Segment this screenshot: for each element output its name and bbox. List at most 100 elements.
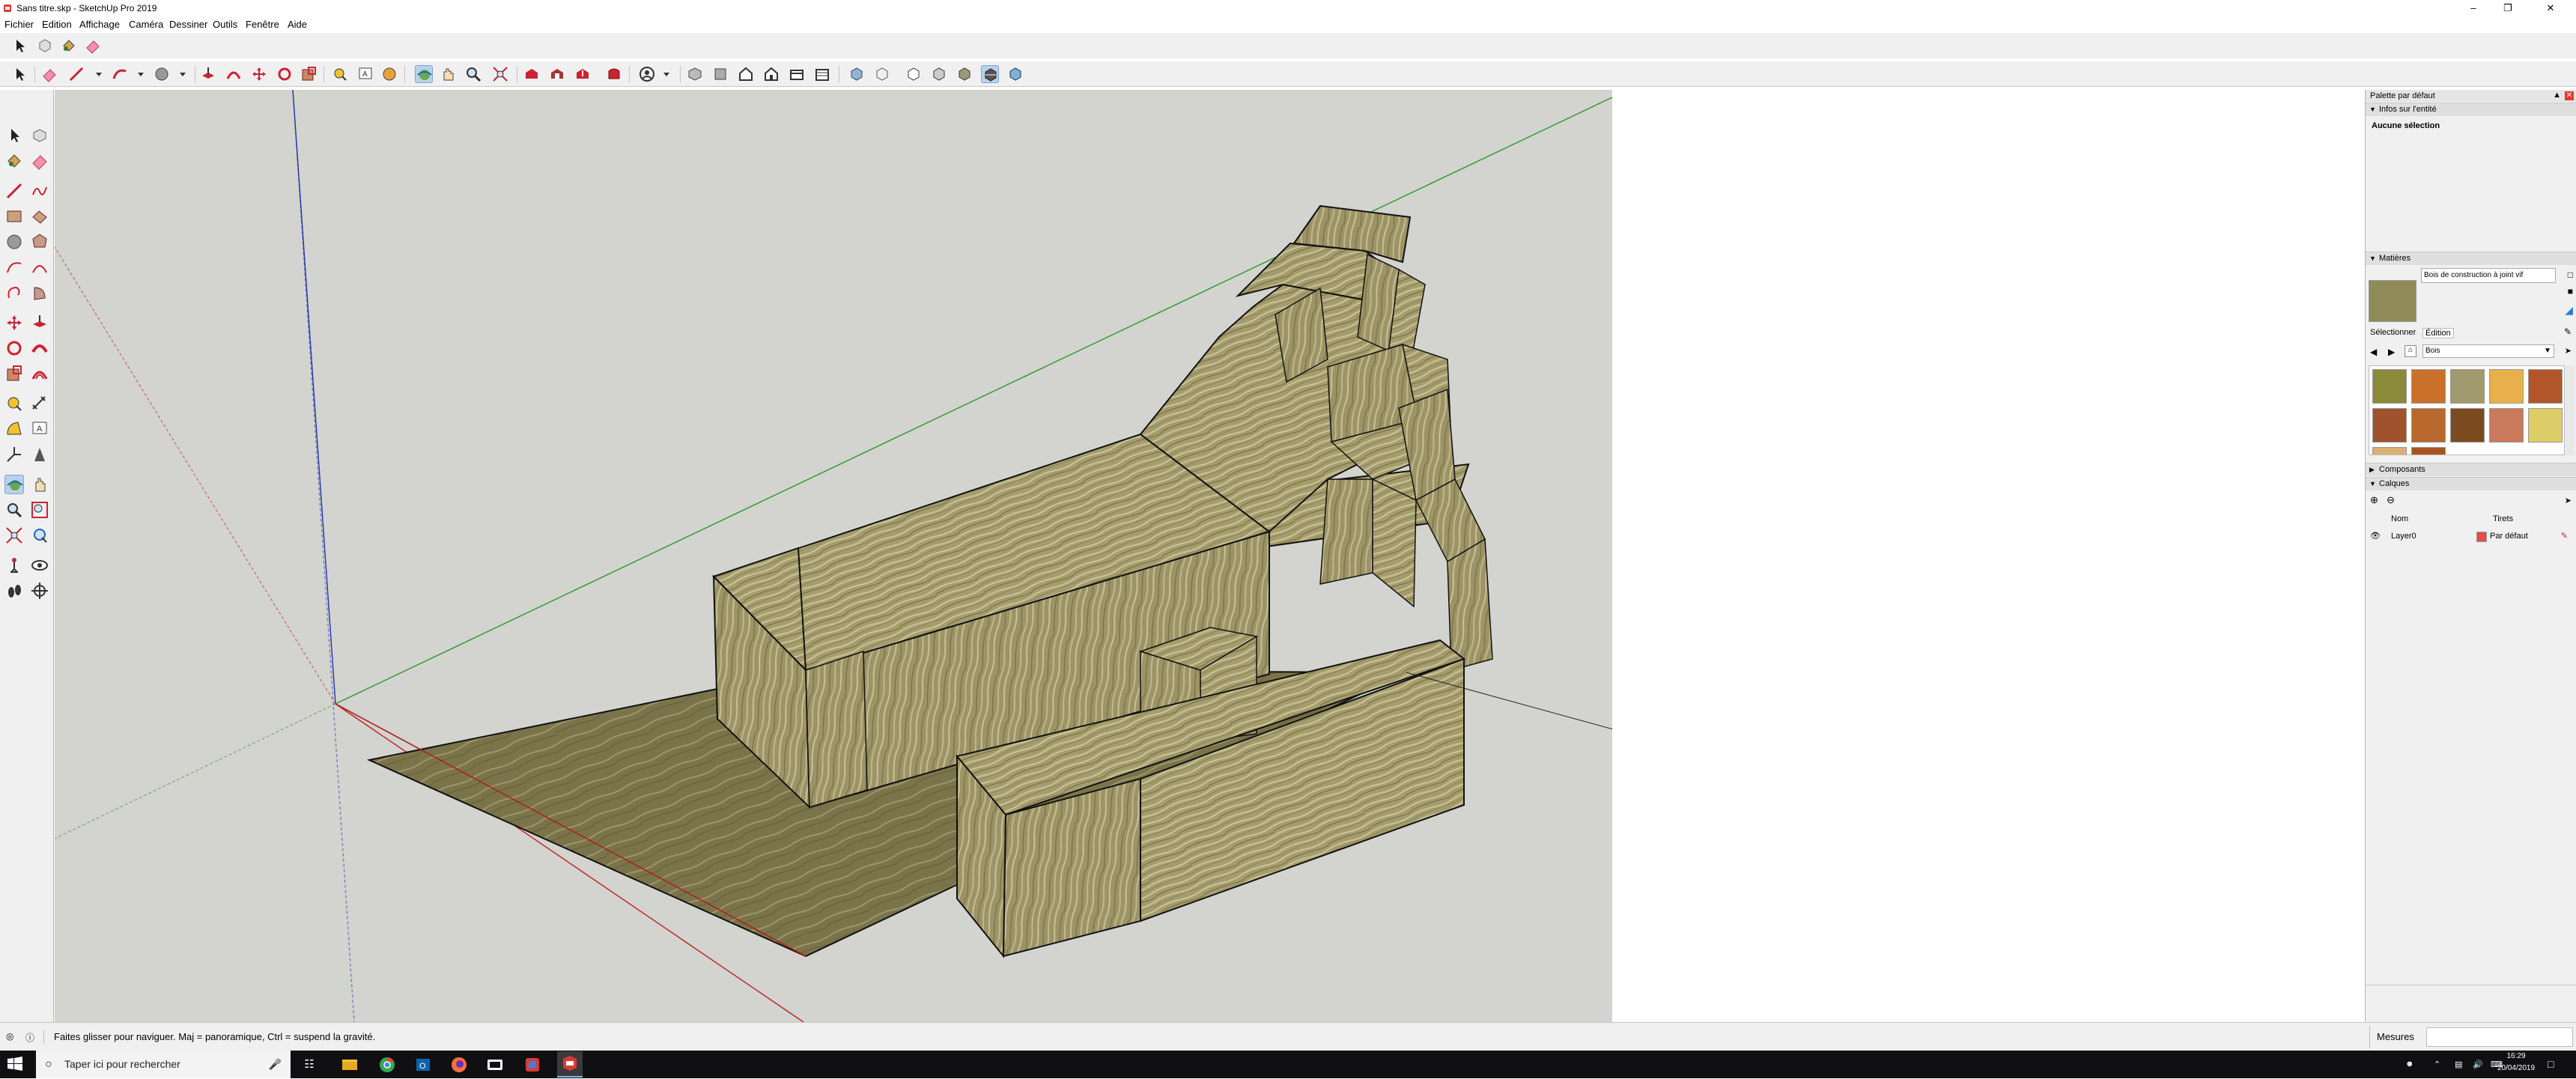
paint-tool-icon[interactable] [380, 65, 398, 83]
iso-view-icon[interactable] [686, 65, 704, 83]
material-swatch[interactable] [2528, 369, 2563, 404]
erase-icon[interactable] [30, 151, 49, 171]
select-icon[interactable] [4, 126, 24, 145]
close-tray-icon[interactable]: ✕ [2565, 91, 2574, 100]
section-plane-icon[interactable] [30, 581, 49, 601]
firefox-icon[interactable] [449, 1055, 469, 1075]
protractor-icon[interactable] [4, 419, 24, 439]
look-around-icon[interactable] [30, 556, 49, 575]
select-tool-icon[interactable] [10, 65, 28, 83]
eyedropper-icon[interactable]: ✎ [2564, 326, 2572, 337]
network-icon[interactable]: ▤ [2455, 1060, 2462, 1069]
task-view-icon[interactable]: ☷ [300, 1055, 319, 1075]
pan-icon[interactable] [439, 65, 457, 83]
menu-affichage[interactable]: Affichage [79, 16, 120, 33]
right-view-icon[interactable] [762, 65, 780, 83]
offset-icon[interactable] [225, 65, 243, 83]
two-point-arc-icon[interactable] [30, 258, 49, 277]
line-tool-icon[interactable] [67, 65, 85, 83]
pencil-icon[interactable]: ✎ [2561, 531, 2568, 541]
menu-edition[interactable]: Edition [42, 16, 72, 33]
arc-dropdown-icon[interactable] [132, 65, 150, 83]
left-view-icon[interactable] [813, 65, 831, 83]
home-icon[interactable]: ⌂ [2405, 345, 2416, 357]
material-swatch[interactable] [2372, 369, 2407, 404]
polygon-icon[interactable] [30, 232, 49, 252]
material-swatch[interactable] [2450, 408, 2485, 443]
menu-aide[interactable]: Aide [288, 16, 307, 33]
select-arrow-icon[interactable] [10, 37, 28, 55]
outlook-icon[interactable]: O [413, 1055, 433, 1075]
material-swatch[interactable] [2411, 447, 2446, 455]
axes-icon[interactable] [4, 445, 24, 464]
swatches-scrollbar[interactable] [2566, 365, 2575, 455]
tape-measure-tool-icon[interactable] [4, 394, 24, 413]
taskbar-search[interactable]: ○ Taper ici pour rechercher 🎤 [36, 1051, 291, 1078]
follow-me-icon[interactable] [30, 338, 49, 358]
measurements-field[interactable] [2426, 1027, 2573, 1047]
material-swatch[interactable] [2489, 408, 2524, 443]
layers-details-icon[interactable]: ➤ [2565, 496, 2572, 505]
sample-paint-icon[interactable]: ◢ [2565, 304, 2573, 317]
app-icon[interactable] [485, 1055, 505, 1075]
monochrome-style-icon[interactable] [981, 65, 999, 83]
top-view-icon[interactable] [711, 65, 729, 83]
menu-fenetre[interactable]: Fenêtre [246, 16, 279, 33]
push-pull-icon[interactable] [199, 65, 217, 83]
layout-app-icon[interactable] [523, 1055, 542, 1075]
previous-view-icon[interactable] [30, 526, 49, 545]
make-component-icon[interactable] [36, 37, 54, 55]
material-name-field[interactable]: Bois de construction à joint vif [2421, 268, 2556, 283]
sketchup-taskbar-icon[interactable] [557, 1051, 583, 1078]
orbit-icon[interactable] [415, 65, 433, 83]
wireframe-style-icon[interactable] [873, 65, 891, 83]
warehouse-icon[interactable] [523, 65, 541, 83]
arc-icon[interactable] [4, 258, 24, 277]
move-icon[interactable] [250, 65, 268, 83]
info-icon[interactable]: ⓘ [25, 1031, 34, 1044]
paint-bucket-icon[interactable] [60, 37, 78, 55]
account-icon[interactable] [638, 65, 656, 83]
arc-tool-icon[interactable] [111, 65, 129, 83]
material-swatch[interactable] [2372, 408, 2407, 443]
material-swatch[interactable] [2528, 408, 2563, 443]
scale-icon[interactable] [300, 65, 318, 83]
rotate-icon[interactable] [276, 65, 294, 83]
shaded-style-icon[interactable] [930, 65, 948, 83]
close-window-button[interactable]: ✕ [2525, 0, 2576, 16]
volume-icon[interactable]: 🔊 [2473, 1060, 2483, 1069]
menu-dessiner[interactable]: Dessiner [169, 16, 207, 33]
create-material-icon[interactable]: □ [2568, 270, 2573, 280]
layer-color-swatch[interactable] [2476, 532, 2487, 542]
tab-select[interactable]: Sélectionner [2370, 328, 2416, 337]
tray-chevron-icon[interactable]: ⌃ [2434, 1060, 2440, 1069]
menu-camera[interactable]: Caméra [129, 16, 163, 33]
material-swatch[interactable] [2411, 369, 2446, 404]
shape-dropdown-icon[interactable] [174, 65, 192, 83]
back-edges-style-icon[interactable] [1006, 65, 1024, 83]
walk-icon[interactable] [4, 581, 24, 601]
default-material-icon[interactable]: ■ [2568, 286, 2573, 297]
windows-start-icon[interactable] [7, 1057, 27, 1076]
three-point-arc-icon[interactable] [4, 283, 24, 303]
front-view-icon[interactable] [737, 65, 755, 83]
move-tool-icon[interactable] [4, 313, 24, 332]
menu-fichier[interactable]: Fichier [4, 16, 34, 33]
file-explorer-icon[interactable] [340, 1055, 359, 1075]
extension-manager-icon[interactable] [605, 65, 623, 83]
materials-header[interactable]: ▼ Matières [2366, 252, 2576, 265]
material-swatch[interactable] [2372, 447, 2407, 455]
layers-header[interactable]: ▼ Calques [2366, 477, 2576, 490]
restore-button[interactable]: ❐ [2491, 0, 2525, 16]
extension-warehouse-icon[interactable] [548, 65, 566, 83]
rotated-rectangle-icon[interactable] [30, 207, 49, 226]
pin-icon[interactable]: ▲ [2553, 91, 2561, 100]
freehand-icon[interactable] [30, 181, 49, 201]
eraser-tool-icon[interactable] [40, 65, 58, 83]
chrome-icon[interactable] [377, 1055, 397, 1075]
rotate-tool-icon[interactable] [4, 338, 24, 358]
component-icon[interactable] [30, 126, 49, 145]
zoom-tool-icon[interactable] [4, 500, 24, 520]
line-dropdown-icon[interactable] [90, 65, 108, 83]
3d-text-icon[interactable] [30, 445, 49, 464]
